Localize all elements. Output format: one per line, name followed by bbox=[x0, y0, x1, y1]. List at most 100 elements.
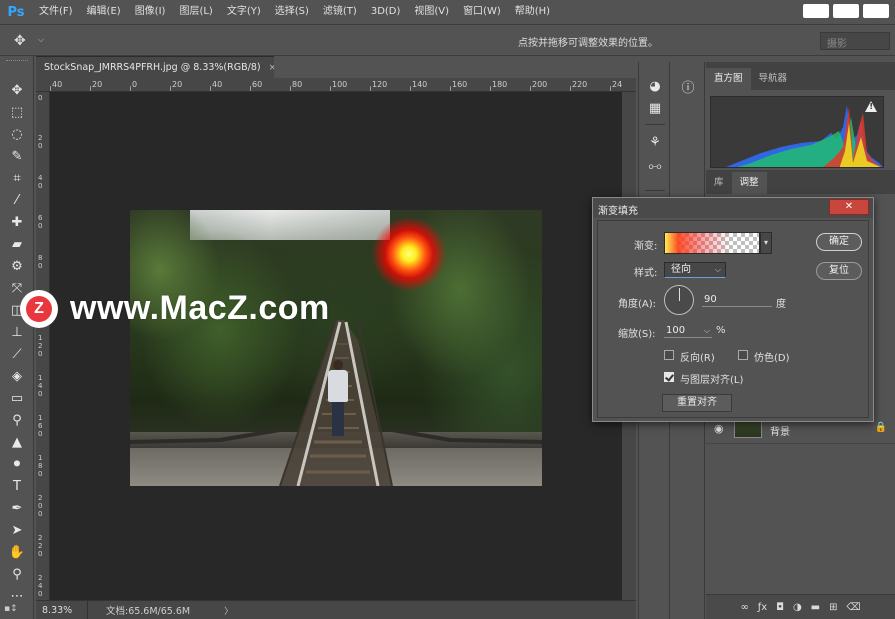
chevron-down-icon[interactable]: ⌵ bbox=[38, 35, 44, 45]
align-with-layer-label: 与图层对齐(L) bbox=[680, 375, 744, 386]
dialog-close-button[interactable]: ✕ bbox=[829, 199, 869, 215]
ruler-left-label: 220 bbox=[38, 534, 43, 558]
tools-panel: ✥ ⬚ ◌ ✎ ⌗ ⁄ ✚ ▰ ⚙ ⤧ ◫ ⊥ ⟋ ◈ ▭ ⚲ ▲ ⚫ T ✒ … bbox=[0, 56, 34, 619]
swatches-grid-icon[interactable]: ▦ bbox=[644, 98, 666, 118]
status-menu-icon[interactable]: 〉 bbox=[224, 604, 233, 617]
dither-label: 仿色(D) bbox=[754, 353, 790, 364]
zoom-level[interactable]: 8.33% bbox=[36, 600, 88, 619]
ruler-top-label: 100 bbox=[332, 80, 348, 89]
chevron-down-icon: ⌵ bbox=[714, 265, 721, 274]
gradient-picker[interactable] bbox=[664, 232, 760, 254]
ruler-left-label: 120 bbox=[38, 334, 43, 358]
style-select[interactable]: 径向 ⌵ bbox=[664, 262, 726, 278]
ruler-left-label: 180 bbox=[38, 454, 43, 478]
minimize-button[interactable] bbox=[803, 4, 829, 18]
ruler-top-label: 40 bbox=[212, 80, 223, 89]
adjustment-layer-icon[interactable]: ◑ bbox=[793, 602, 802, 613]
ruler-top-tick bbox=[90, 86, 91, 91]
link-layers-icon[interactable]: ∞ bbox=[740, 602, 748, 613]
reverse-checkbox[interactable] bbox=[664, 350, 674, 360]
lasso-tool-icon[interactable]: ◌ bbox=[7, 124, 27, 144]
more-tools-icon[interactable]: ⋯ bbox=[7, 586, 27, 606]
menu-select[interactable]: 选择(S) bbox=[268, 0, 316, 24]
ruler-top-label: 160 bbox=[452, 80, 468, 89]
angle-dial[interactable] bbox=[664, 285, 694, 315]
reset-button[interactable]: 复位 bbox=[816, 262, 862, 280]
path-select-tool-icon[interactable]: ➤ bbox=[7, 520, 27, 540]
menu-filter[interactable]: 滤镜(T) bbox=[316, 0, 364, 24]
menu-window[interactable]: 窗口(W) bbox=[456, 0, 508, 24]
menu-3d[interactable]: 3D(D) bbox=[364, 0, 408, 24]
dither-checkbox[interactable] bbox=[738, 350, 748, 360]
new-layer-icon[interactable]: ⊞ bbox=[829, 602, 837, 613]
ok-button[interactable]: 确定 bbox=[816, 233, 862, 251]
ruler-top-tick bbox=[170, 86, 171, 91]
tab-histogram[interactable]: 直方图 bbox=[706, 68, 751, 90]
dialog-title: 渐变填充 bbox=[598, 206, 638, 217]
tab-libraries[interactable]: 库 bbox=[706, 172, 732, 194]
align-with-layer-checkbox[interactable] bbox=[664, 372, 674, 382]
brush-tool-icon[interactable]: ▰ bbox=[7, 234, 27, 254]
ruler-horizontal[interactable]: 40 20 0 20 40 60 80 100 120 140 160 180 200 220 24 bbox=[36, 78, 636, 92]
angle-unit: 度 bbox=[776, 299, 786, 310]
menu-file[interactable]: 文件(F) bbox=[32, 0, 80, 24]
sharpen-tool-icon[interactable]: ▲ bbox=[7, 432, 27, 452]
sliders-icon[interactable]: ⧟ bbox=[644, 156, 666, 176]
angle-input[interactable]: 90 bbox=[702, 293, 772, 307]
lock-icon[interactable]: 🔒 bbox=[875, 422, 887, 433]
marquee-tool-icon[interactable]: ⬚ bbox=[7, 102, 27, 122]
watermark: Z www.MacZ.com bbox=[20, 289, 330, 328]
layer-style-icon[interactable]: ƒx bbox=[758, 602, 767, 613]
menu-type[interactable]: 文字(Y) bbox=[220, 0, 268, 24]
move-tool-preset-icon[interactable]: ✥ bbox=[14, 33, 26, 49]
smudge-tool-icon[interactable]: ⟋ bbox=[7, 344, 27, 364]
status-bar: 8.33% 文档:65.6M/65.6M 〉 bbox=[36, 600, 636, 619]
close-window-button[interactable] bbox=[863, 4, 889, 18]
clone-stamp-tool-icon[interactable]: ⚙ bbox=[7, 256, 27, 276]
trash-icon[interactable]: ⌫ bbox=[846, 602, 860, 613]
hand-tool-icon[interactable]: ✋ bbox=[7, 542, 27, 562]
tab-adjustments[interactable]: 调整 bbox=[731, 172, 767, 194]
group-folder-icon[interactable]: ▬ bbox=[811, 602, 820, 613]
eyedropper-tool-icon[interactable]: ⁄ bbox=[7, 190, 27, 210]
crop-tool-icon[interactable]: ⌗ bbox=[7, 168, 27, 188]
healing-brush-tool-icon[interactable]: ✚ bbox=[7, 212, 27, 232]
visibility-eye-icon[interactable]: ◉ bbox=[714, 422, 724, 435]
move-tool-icon[interactable]: ✥ bbox=[7, 80, 27, 100]
menu-layer[interactable]: 图层(L) bbox=[172, 0, 219, 24]
gradient-label: 渐变: bbox=[634, 241, 658, 252]
layer-mask-icon[interactable]: ◘ bbox=[776, 602, 784, 613]
color-palette-icon[interactable]: ◕ bbox=[644, 76, 666, 96]
dialog-titlebar[interactable]: 渐变填充 ✕ bbox=[593, 198, 873, 218]
panel-grip[interactable] bbox=[6, 60, 28, 64]
document-image[interactable] bbox=[130, 210, 542, 486]
scale-input-value: 100 bbox=[666, 325, 686, 336]
document-size-info: 文档:65.6M/65.6M bbox=[106, 606, 191, 617]
brush-settings-icon[interactable]: ⚘ bbox=[644, 132, 666, 152]
tab-navigator[interactable]: 导航器 bbox=[751, 68, 796, 90]
ruler-vertical[interactable]: 020406080100120140160180200220240 bbox=[36, 92, 50, 600]
zoom-tool-icon[interactable]: ⚲ bbox=[7, 564, 27, 584]
ruler-top-label: 220 bbox=[572, 80, 588, 89]
swap-colors-icon[interactable]: ▪↕ bbox=[4, 604, 18, 614]
blur-tool-icon[interactable]: ⚲ bbox=[7, 410, 27, 430]
paint-bucket-tool-icon[interactable]: ◈ bbox=[7, 366, 27, 386]
reverse-label: 反向(R) bbox=[680, 353, 715, 364]
ruler-top-label: 0 bbox=[132, 80, 138, 89]
menu-view[interactable]: 视图(V) bbox=[407, 0, 456, 24]
menu-edit[interactable]: 编辑(E) bbox=[80, 0, 128, 24]
maximize-button[interactable] bbox=[833, 4, 859, 18]
menu-help[interactable]: 帮助(H) bbox=[508, 0, 557, 24]
info-icon[interactable]: ⓘ bbox=[677, 76, 699, 96]
gradient-tool-icon[interactable]: ▭ bbox=[7, 388, 27, 408]
dodge-tool-icon[interactable]: ⚫ bbox=[7, 454, 27, 474]
quick-select-tool-icon[interactable]: ✎ bbox=[7, 146, 27, 166]
chevron-down-icon[interactable]: ▾ bbox=[760, 232, 772, 254]
menu-image[interactable]: 图像(I) bbox=[128, 0, 173, 24]
document-tab[interactable]: StockSnap_JMRRS4PFRH.jpg @ 8.33%(RGB/8) … bbox=[36, 56, 276, 78]
workspace-field[interactable]: 摄影 bbox=[820, 32, 890, 50]
reset-alignment-button[interactable]: 重置对齐 bbox=[662, 394, 732, 412]
type-tool-icon[interactable]: T bbox=[7, 476, 27, 496]
pen-tool-icon[interactable]: ✒ bbox=[7, 498, 27, 518]
scale-input[interactable]: 100 ⌵ bbox=[664, 324, 712, 338]
